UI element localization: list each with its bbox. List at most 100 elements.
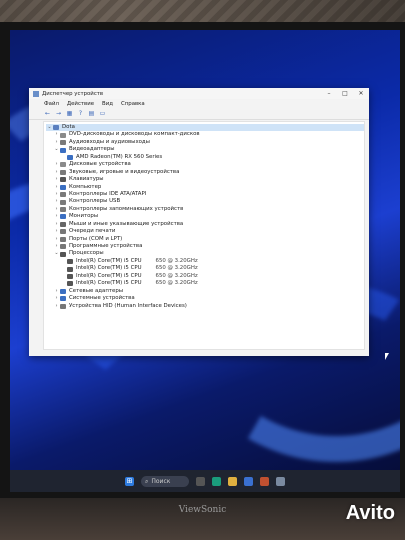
menu-file[interactable]: Файл bbox=[44, 101, 59, 107]
device-manager-window: Диспетчер устройств – □ ✕ Файл Действие … bbox=[29, 88, 369, 356]
tree-item-label: Контроллеры IDE ATA/ATAPI bbox=[69, 190, 147, 197]
tree-category-item[interactable]: › DVD-дисководы и дисководы компакт-диско… bbox=[46, 131, 364, 138]
chevron-right-icon[interactable]: › bbox=[53, 206, 60, 213]
device-icon bbox=[60, 184, 66, 190]
window-title: Диспетчер устройств bbox=[42, 90, 104, 97]
tree-child-item[interactable]: Intel(R) Core(TM) i5 CPU 650 @ 3.20GHz bbox=[46, 265, 364, 272]
tree-category-item[interactable]: › Клавиатуры bbox=[46, 176, 364, 183]
tree-category-item[interactable]: › Дисковые устройства bbox=[46, 161, 364, 168]
chevron-right-icon[interactable]: › bbox=[53, 236, 60, 243]
minimize-button[interactable]: – bbox=[321, 90, 337, 97]
device-icon bbox=[60, 229, 66, 235]
chevron-right-icon[interactable]: › bbox=[53, 161, 60, 168]
store-icon[interactable] bbox=[244, 476, 253, 486]
task-view-icon[interactable] bbox=[196, 476, 205, 486]
chevron-right-icon[interactable]: › bbox=[53, 131, 60, 138]
device-icon bbox=[67, 154, 73, 160]
device-icon bbox=[67, 259, 73, 265]
chevron-right-icon[interactable]: › bbox=[53, 221, 60, 228]
tree-category-item[interactable]: › Контроллеры IDE ATA/ATAPI bbox=[46, 191, 364, 198]
search-box[interactable]: ⌕ Поиск bbox=[141, 475, 189, 487]
chevron-right-icon[interactable]: › bbox=[53, 288, 60, 295]
tree-item-label: Сетевые адаптеры bbox=[69, 287, 123, 294]
tree-category-item[interactable]: ⌄ Процессоры bbox=[46, 250, 364, 257]
device-tree: ⌄ Dota › DVD-дисководы и дисководы компак… bbox=[43, 121, 365, 350]
monitor-brand: ViewSonic bbox=[178, 505, 227, 515]
cpu-speed: 650 @ 3.20GHz bbox=[155, 265, 198, 272]
search-label: Поиск bbox=[151, 477, 171, 485]
tree-root-label: Dota bbox=[62, 124, 75, 130]
chevron-right-icon[interactable]: › bbox=[53, 139, 60, 146]
forward-icon[interactable]: → bbox=[55, 110, 62, 117]
close-button[interactable]: ✕ bbox=[353, 90, 369, 97]
tree-child-item[interactable]: Intel(R) Core(TM) i5 CPU 650 @ 3.20GHz bbox=[46, 273, 364, 280]
tree-child-item[interactable]: Intel(R) Core(TM) i5 CPU 650 @ 3.20GHz bbox=[46, 258, 364, 265]
chevron-right-icon[interactable]: › bbox=[53, 213, 60, 220]
device-icon bbox=[67, 266, 73, 272]
device-icon bbox=[60, 214, 66, 220]
tree-category-item[interactable]: › Системные устройства bbox=[46, 295, 364, 302]
chevron-right-icon[interactable]: › bbox=[53, 295, 60, 302]
tree-item-label: Программные устройства bbox=[69, 243, 143, 249]
tree-category-item[interactable]: › Сетевые адаптеры bbox=[46, 288, 364, 295]
device-icon bbox=[60, 221, 66, 227]
chevron-right-icon[interactable]: › bbox=[53, 243, 60, 250]
menu-view[interactable]: Вид bbox=[102, 101, 113, 107]
chevron-right-icon[interactable]: › bbox=[53, 228, 60, 235]
menu-bar: Файл Действие Вид Справка bbox=[29, 99, 369, 108]
explorer-icon[interactable] bbox=[228, 476, 237, 486]
chevron-right-icon[interactable]: › bbox=[53, 176, 60, 183]
tree-category-item[interactable]: ⌄ Видеоадаптеры bbox=[46, 146, 364, 153]
tree-item-label: Порты (COM и LPT) bbox=[69, 235, 123, 242]
chevron-right-icon[interactable]: › bbox=[53, 169, 60, 176]
tree-item-label: Видеоадаптеры bbox=[69, 146, 115, 153]
tree-category-item[interactable]: › Программные устройства bbox=[46, 243, 364, 250]
chevron-down-icon[interactable]: ⌄ bbox=[46, 124, 53, 131]
cpu-speed: 650 @ 3.20GHz bbox=[155, 280, 198, 287]
device-icon bbox=[60, 169, 66, 175]
properties-icon[interactable]: ▦ bbox=[66, 110, 73, 117]
tree-category-item[interactable]: › Очереди печати bbox=[46, 228, 364, 235]
tree-category-item[interactable]: › Компьютер bbox=[46, 184, 364, 191]
help-icon[interactable]: ? bbox=[77, 110, 84, 117]
device-manager-taskbar-icon[interactable] bbox=[276, 476, 285, 486]
tree-category-item[interactable]: › Контроллеры запоминающих устройств bbox=[46, 206, 364, 213]
tree-category-item[interactable]: › Звуковые, игровые и видеоустройства bbox=[46, 169, 364, 176]
chevron-down-icon[interactable]: ⌄ bbox=[53, 250, 60, 257]
tree-item-label: Звуковые, игровые и видеоустройства bbox=[69, 168, 180, 175]
app-icon[interactable] bbox=[260, 476, 269, 486]
monitor-icon[interactable]: ▭ bbox=[99, 110, 106, 117]
device-icon bbox=[60, 140, 66, 146]
tree-item-label: Intel(R) Core(TM) i5 CPU bbox=[76, 280, 142, 287]
chevron-down-icon[interactable]: ⌄ bbox=[53, 146, 60, 153]
chevron-right-icon[interactable]: › bbox=[53, 184, 60, 191]
tree-item-label: Устройства HID (Human Interface Devices) bbox=[69, 302, 187, 309]
tree-category-item[interactable]: › Контроллеры USB bbox=[46, 198, 364, 205]
chevron-right-icon[interactable]: › bbox=[53, 303, 60, 310]
device-icon bbox=[60, 132, 66, 138]
tree-item-label: Клавиатуры bbox=[69, 176, 104, 183]
tree-category-item[interactable]: › Порты (COM и LPT) bbox=[46, 236, 364, 243]
print-icon[interactable]: ▤ bbox=[88, 110, 95, 117]
start-icon[interactable]: ⊞ bbox=[125, 476, 134, 486]
device-icon bbox=[60, 296, 66, 302]
tree-item-label: Процессоры bbox=[69, 250, 104, 257]
tree-item-label: Компьютер bbox=[69, 183, 102, 190]
tree-root[interactable]: ⌄ Dota bbox=[46, 124, 364, 132]
chevron-right-icon[interactable]: › bbox=[53, 198, 60, 205]
menu-help[interactable]: Справка bbox=[121, 101, 145, 107]
title-bar[interactable]: Диспетчер устройств – □ ✕ bbox=[29, 88, 369, 99]
device-icon bbox=[67, 273, 73, 279]
taskbar: ⊞ ⌕ Поиск bbox=[10, 470, 400, 492]
tree-category-item[interactable]: › Мониторы bbox=[46, 213, 364, 220]
menu-action[interactable]: Действие bbox=[67, 101, 94, 107]
edge-icon[interactable] bbox=[212, 476, 221, 486]
tree-child-item[interactable]: Intel(R) Core(TM) i5 CPU 650 @ 3.20GHz bbox=[46, 280, 364, 287]
tree-category-item[interactable]: › Аудиовходы и аудиовыходы bbox=[46, 139, 364, 146]
tree-category-item[interactable]: › Мыши и иные указывающие устройства bbox=[46, 221, 364, 228]
maximize-button[interactable]: □ bbox=[337, 90, 353, 97]
cpu-speed: 650 @ 3.20GHz bbox=[155, 272, 198, 279]
tree-category-item[interactable]: › Устройства HID (Human Interface Devices… bbox=[46, 303, 364, 310]
chevron-right-icon[interactable]: › bbox=[53, 191, 60, 198]
back-icon[interactable]: ← bbox=[44, 110, 51, 117]
